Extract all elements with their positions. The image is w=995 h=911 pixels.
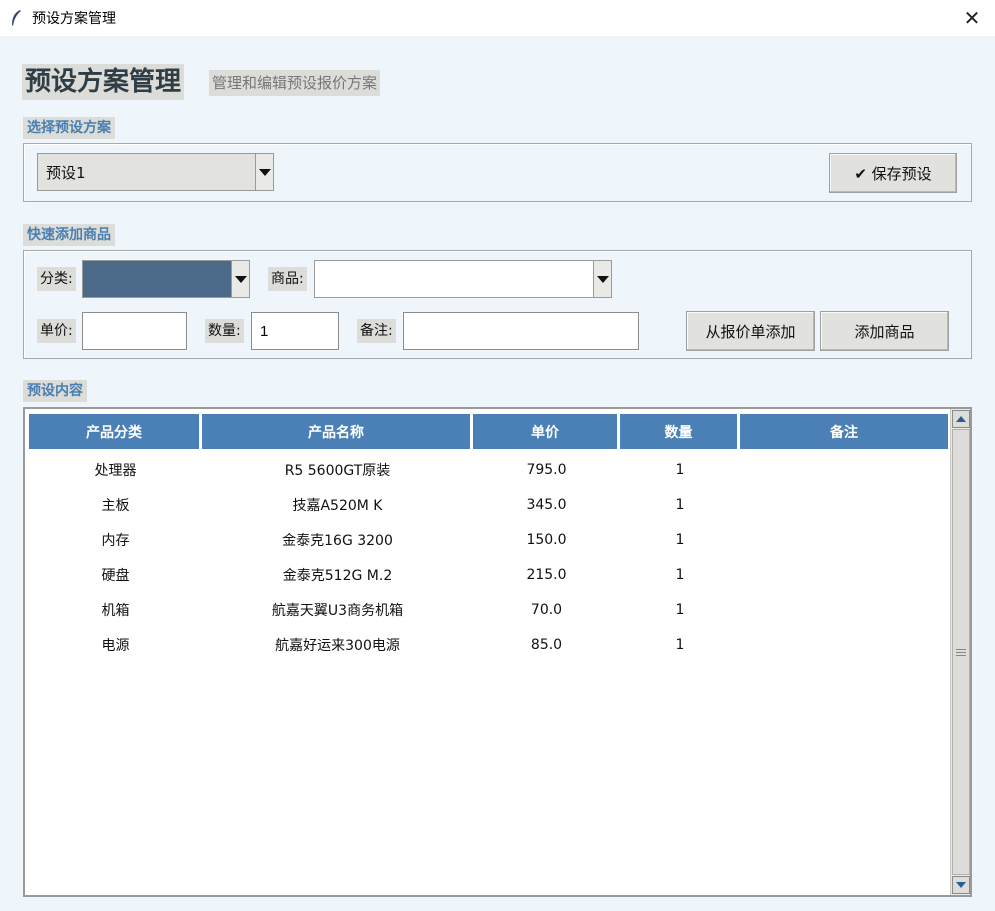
category-combobox[interactable] bbox=[82, 260, 250, 298]
cell-name: 技嘉A520M K bbox=[292, 497, 383, 514]
cell-name: 金泰克512G M.2 bbox=[282, 567, 393, 584]
page-subtitle: 管理和编辑预设报价方案 bbox=[209, 70, 381, 96]
table-body: 处理器 R5 5600GT原装 795.0 1 主板 技嘉A520M K 345… bbox=[29, 452, 948, 662]
scroll-down-icon[interactable] bbox=[952, 876, 970, 894]
cell-price: 85.0 bbox=[530, 636, 563, 653]
title-bar: 预设方案管理 ✕ bbox=[0, 0, 995, 36]
cell-quantity: 1 bbox=[675, 636, 685, 653]
table-row[interactable]: 电源 航嘉好运来300电源 85.0 1 bbox=[29, 627, 948, 662]
chevron-down-icon[interactable] bbox=[593, 261, 611, 297]
quick-add-label: 快速添加商品 bbox=[23, 224, 115, 246]
add-product-button[interactable]: 添加商品 bbox=[820, 311, 949, 351]
cell-name: 金泰克16G 3200 bbox=[282, 532, 393, 549]
preset-content-label: 预设内容 bbox=[23, 380, 87, 402]
cell-quantity: 1 bbox=[675, 601, 685, 618]
table-header: 产品分类 产品名称 单价 数量 备注 bbox=[29, 414, 948, 449]
grip-icon bbox=[956, 648, 966, 656]
select-preset-label: 选择预设方案 bbox=[23, 117, 115, 139]
cell-name: 航嘉好运来300电源 bbox=[275, 637, 400, 654]
cell-quantity: 1 bbox=[675, 566, 685, 583]
cell-price: 70.0 bbox=[530, 601, 563, 618]
product-combobox[interactable] bbox=[314, 260, 612, 298]
preset-table: 产品分类 产品名称 单价 数量 备注 处理器 R5 5600GT原装 795.0… bbox=[23, 407, 972, 897]
chevron-down-icon[interactable] bbox=[255, 154, 273, 190]
cell-category: 内存 bbox=[101, 532, 130, 549]
price-label: 单价: bbox=[37, 319, 76, 343]
table-row[interactable]: 机箱 航嘉天翼U3商务机箱 70.0 1 bbox=[29, 592, 948, 627]
save-preset-button[interactable]: ✔ 保存预设 bbox=[829, 153, 957, 193]
table-row[interactable]: 处理器 R5 5600GT原装 795.0 1 bbox=[29, 452, 948, 487]
column-header-category[interactable]: 产品分类 bbox=[29, 414, 202, 449]
cell-category: 处理器 bbox=[94, 462, 137, 479]
close-icon[interactable]: ✕ bbox=[949, 0, 995, 36]
table-row[interactable]: 硬盘 金泰克512G M.2 215.0 1 bbox=[29, 557, 948, 592]
price-input[interactable] bbox=[82, 312, 187, 350]
add-from-quote-button[interactable]: 从报价单添加 bbox=[686, 311, 815, 351]
column-header-quantity[interactable]: 数量 bbox=[620, 414, 740, 449]
vertical-scrollbar[interactable] bbox=[950, 409, 970, 895]
cell-quantity: 1 bbox=[675, 461, 685, 478]
scrollbar-thumb[interactable] bbox=[952, 429, 970, 875]
window-title: 预设方案管理 bbox=[32, 11, 116, 27]
preset-value: 预设1 bbox=[46, 163, 86, 182]
feather-icon bbox=[10, 9, 26, 27]
table-row[interactable]: 内存 金泰克16G 3200 150.0 1 bbox=[29, 522, 948, 557]
preset-combobox[interactable]: 预设1 bbox=[37, 153, 274, 191]
table-row[interactable]: 主板 技嘉A520M K 345.0 1 bbox=[29, 487, 948, 522]
column-header-note[interactable]: 备注 bbox=[740, 414, 948, 449]
cell-category: 电源 bbox=[101, 637, 130, 654]
column-header-price[interactable]: 单价 bbox=[473, 414, 620, 449]
product-label: 商品: bbox=[268, 267, 307, 291]
quantity-label: 数量: bbox=[205, 319, 244, 343]
category-label: 分类: bbox=[37, 267, 76, 291]
note-input[interactable] bbox=[403, 312, 639, 350]
cell-price: 150.0 bbox=[526, 531, 567, 548]
cell-category: 机箱 bbox=[101, 602, 130, 619]
scroll-up-icon[interactable] bbox=[952, 410, 970, 428]
cell-price: 345.0 bbox=[526, 496, 567, 513]
chevron-down-icon[interactable] bbox=[231, 261, 249, 297]
quick-add-panel: 分类: 商品: 单价: 数量: 备注: 从报价单添加 添加商品 bbox=[23, 250, 972, 359]
cell-quantity: 1 bbox=[675, 496, 685, 513]
cell-name: 航嘉天翼U3商务机箱 bbox=[271, 602, 404, 619]
cell-category: 硬盘 bbox=[101, 567, 130, 584]
cell-name: R5 5600GT原装 bbox=[284, 462, 391, 479]
cell-quantity: 1 bbox=[675, 531, 685, 548]
page-title: 预设方案管理 bbox=[22, 64, 185, 100]
select-preset-panel: 预设1 ✔ 保存预设 bbox=[23, 143, 972, 202]
cell-category: 主板 bbox=[101, 497, 130, 514]
quantity-input[interactable] bbox=[251, 312, 339, 350]
cell-price: 215.0 bbox=[526, 566, 567, 583]
cell-price: 795.0 bbox=[526, 461, 567, 478]
column-header-name[interactable]: 产品名称 bbox=[202, 414, 473, 449]
note-label: 备注: bbox=[357, 319, 396, 343]
